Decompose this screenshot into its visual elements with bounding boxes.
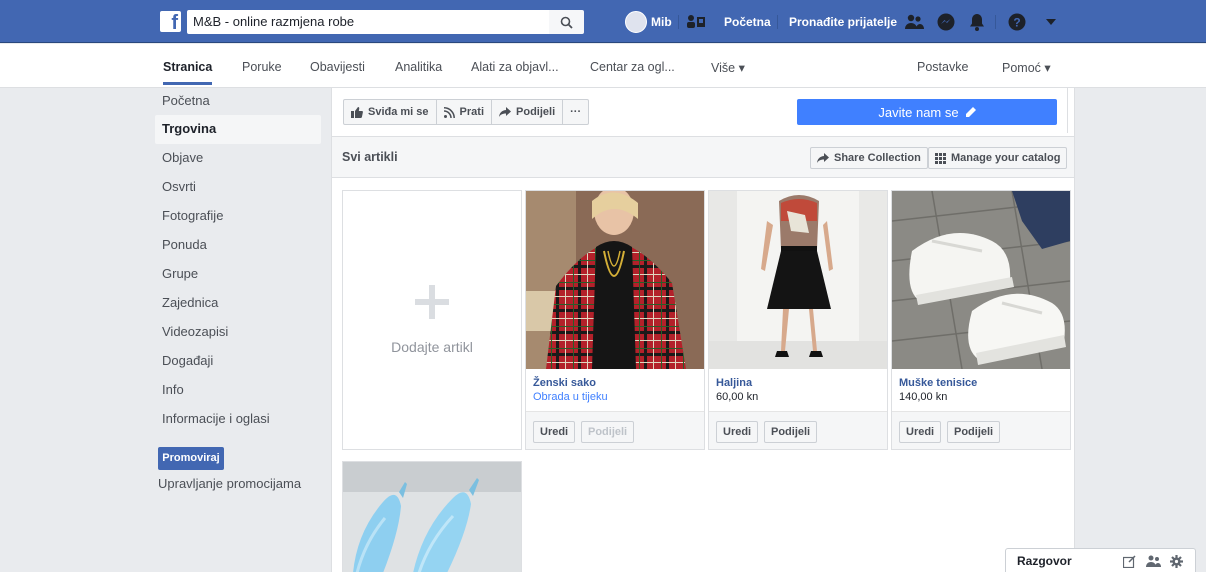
facebook-logo[interactable]: f xyxy=(160,11,181,32)
tab-messages[interactable]: Poruke xyxy=(242,60,282,74)
share-button[interactable]: Podijeli xyxy=(764,421,818,443)
catalog-header: Svi artikli Share Collection Manage your… xyxy=(332,136,1074,178)
like-label: Sviđa mi se xyxy=(368,106,429,118)
product-image[interactable] xyxy=(343,462,521,572)
tab-help[interactable]: Pomoć ▾ xyxy=(1002,60,1051,75)
share-collection-button[interactable]: Share Collection xyxy=(810,147,928,169)
product-actions: Uredi Podijeli xyxy=(709,411,887,449)
product-name[interactable]: Ženski sako xyxy=(533,377,596,389)
account-menu-chevron-icon[interactable] xyxy=(1041,12,1061,32)
product-card[interactable]: Ženski sako Obrada u tijeku Uredi Podije… xyxy=(525,190,705,450)
tab-publishing-tools[interactable]: Alati za objavl... xyxy=(471,60,559,74)
share-collection-label: Share Collection xyxy=(834,152,921,164)
product-price: 60,00 kn xyxy=(716,391,759,403)
profile-link[interactable]: Mib xyxy=(651,10,672,34)
product-card[interactable]: Haljina 60,00 kn Uredi Podijeli xyxy=(708,190,888,450)
manage-catalog-button[interactable]: Manage your catalog xyxy=(928,147,1068,169)
sidebar-item-home[interactable]: Početna xyxy=(155,89,321,115)
search-input[interactable]: M&B - online razmjena robe xyxy=(187,10,549,34)
rss-icon xyxy=(443,106,455,118)
friend-requests-icon[interactable] xyxy=(904,12,924,32)
user-avatar[interactable] xyxy=(625,11,647,33)
like-button[interactable]: Sviđa mi se xyxy=(344,100,437,124)
sidebar-item-posts[interactable]: Objave xyxy=(155,144,321,173)
chat-label: Razgovor xyxy=(1017,554,1072,568)
catalog-title: Svi artikli xyxy=(342,150,398,164)
divider xyxy=(678,15,679,29)
divider xyxy=(777,15,778,29)
divider xyxy=(1067,88,1068,133)
more-options-button[interactable]: ··· xyxy=(563,100,588,124)
sidebar-item-groups[interactable]: Grupe xyxy=(155,260,321,289)
follow-label: Prati xyxy=(459,106,485,118)
grid-icon xyxy=(935,152,946,164)
thumbs-up-icon xyxy=(351,106,363,118)
edit-button[interactable]: Uredi xyxy=(899,421,942,443)
chat-bar[interactable]: Razgovor xyxy=(1005,548,1196,572)
divider xyxy=(995,15,996,29)
product-name[interactable]: Haljina xyxy=(716,377,752,389)
sidebar-item-shop[interactable]: Trgovina xyxy=(155,115,321,144)
sidebar-item-photos[interactable]: Fotografije xyxy=(155,202,321,231)
product-status: Obrada u tijeku xyxy=(533,391,608,403)
top-navigation-bar: f M&B - online razmjena robe Mib Početna… xyxy=(0,0,1206,43)
svg-text:?: ? xyxy=(1013,16,1020,30)
settings-gear-icon[interactable] xyxy=(1168,553,1184,569)
home-link[interactable]: Početna xyxy=(724,10,771,34)
product-card[interactable] xyxy=(342,461,522,572)
tab-page[interactable]: Stranica xyxy=(163,60,213,85)
edit-button[interactable]: Uredi xyxy=(533,421,576,443)
notifications-bell-icon[interactable] xyxy=(967,12,987,32)
edit-button[interactable]: Uredi xyxy=(716,421,759,443)
product-image[interactable] xyxy=(526,191,704,369)
add-product-card[interactable]: Dodajte artikl xyxy=(342,190,522,450)
search-icon xyxy=(560,16,573,29)
promote-button[interactable]: Promoviraj xyxy=(158,447,224,470)
tab-analytics[interactable]: Analitika xyxy=(395,60,442,74)
find-friends-link[interactable]: Pronađite prijatelje xyxy=(789,10,897,34)
follow-button[interactable]: Prati xyxy=(437,100,493,124)
product-price: 140,00 kn xyxy=(899,391,948,403)
share-button[interactable]: Podijeli xyxy=(947,421,1001,443)
search-button[interactable] xyxy=(549,10,584,34)
contact-label: Javite nam se xyxy=(878,104,959,120)
manage-catalog-label: Manage your catalog xyxy=(951,152,1061,164)
share-arrow-icon xyxy=(817,153,829,163)
sidebar-item-videos[interactable]: Videozapisi xyxy=(155,318,321,347)
product-card[interactable]: Muške tenisice 140,00 kn Uredi Podijeli xyxy=(891,190,1071,450)
contact-us-button[interactable]: Javite nam se xyxy=(797,99,1057,125)
page-action-bar: Sviđa mi se Prati Podijeli ··· xyxy=(343,99,590,125)
add-product-label: Dodajte artikl xyxy=(391,339,473,355)
tab-more[interactable]: Više ▾ xyxy=(711,60,745,75)
sidebar-item-events[interactable]: Događaji xyxy=(155,347,321,376)
tab-ad-center[interactable]: Centar za ogl... xyxy=(590,60,675,74)
sidebar-item-info-and-ads[interactable]: Informacije i oglasi xyxy=(155,405,321,434)
manage-promotions-link[interactable]: Upravljanje promocijama xyxy=(158,476,301,491)
new-group-icon[interactable] xyxy=(1145,553,1161,569)
pencil-icon xyxy=(965,106,976,117)
new-message-icon[interactable] xyxy=(1121,553,1137,569)
sidebar-item-info[interactable]: Info xyxy=(155,376,321,405)
page-switch-icon[interactable] xyxy=(686,12,706,32)
product-image[interactable] xyxy=(709,191,887,369)
share-page-button[interactable]: Podijeli xyxy=(492,100,564,124)
product-name[interactable]: Muške tenisice xyxy=(899,377,977,389)
messenger-icon[interactable] xyxy=(936,12,956,32)
sidebar-item-offers[interactable]: Ponuda xyxy=(155,231,321,260)
product-image[interactable] xyxy=(892,191,1070,369)
share-button: Podijeli xyxy=(581,421,635,443)
plus-icon xyxy=(415,285,449,319)
help-icon[interactable]: ? xyxy=(1007,12,1027,32)
product-actions: Uredi Podijeli xyxy=(526,411,704,449)
tab-settings[interactable]: Postavke xyxy=(917,60,968,74)
page-sidebar: Početna Trgovina Objave Osvrti Fotografi… xyxy=(155,89,321,434)
sidebar-item-reviews[interactable]: Osvrti xyxy=(155,173,321,202)
page-tab-bar: Stranica Poruke Obavijesti Analitika Ala… xyxy=(0,44,1206,88)
tab-notifications[interactable]: Obavijesti xyxy=(310,60,365,74)
sidebar-item-community[interactable]: Zajednica xyxy=(155,289,321,318)
share-arrow-icon xyxy=(499,107,512,117)
share-label: Podijeli xyxy=(516,106,556,118)
product-actions: Uredi Podijeli xyxy=(892,411,1070,449)
